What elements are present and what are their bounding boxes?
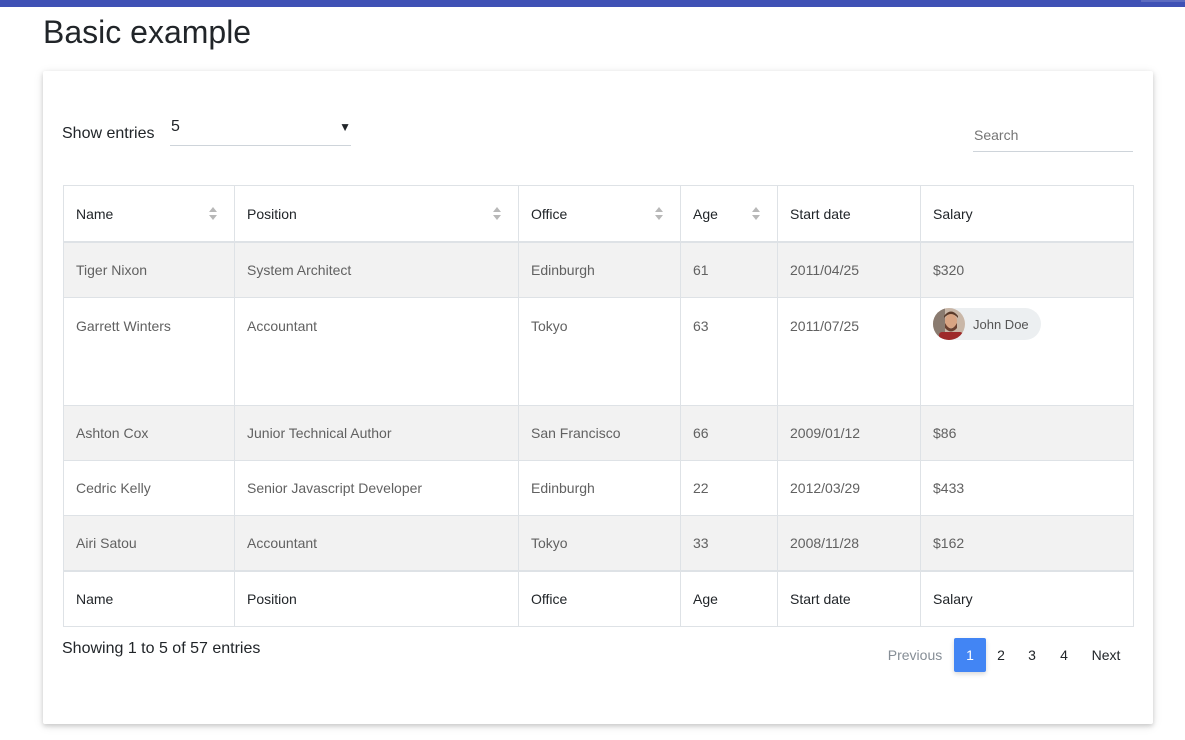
- search-box: [973, 119, 1133, 152]
- sort-icon: [209, 207, 218, 220]
- cell-salary: $162: [920, 515, 1134, 572]
- sort-icon: [493, 207, 502, 220]
- cell-office: Edinburgh: [518, 460, 681, 516]
- table-row: Airi Satou Accountant Tokyo 33 2008/11/2…: [63, 515, 1134, 572]
- cell-age: 33: [680, 515, 778, 572]
- column-header-office[interactable]: Office: [518, 185, 681, 243]
- cell-name: Garrett Winters: [63, 297, 235, 406]
- table-info: Showing 1 to 5 of 57 entries: [62, 640, 261, 657]
- cell-age: 22: [680, 460, 778, 516]
- entries-select[interactable]: 5 ▼: [170, 115, 351, 146]
- cell-name: Cedric Kelly: [63, 460, 235, 516]
- column-header-label: Age: [693, 205, 718, 222]
- cell-age: 61: [680, 241, 778, 298]
- cell-position: Accountant: [234, 515, 519, 572]
- cell-start-date: 2012/03/29: [777, 460, 921, 516]
- page-title: Basic example: [43, 14, 252, 50]
- cell-salary: $433: [920, 460, 1134, 516]
- column-header-label: Salary: [933, 205, 973, 222]
- page-4-button[interactable]: 4: [1048, 638, 1080, 672]
- table-row: Cedric Kelly Senior Javascript Developer…: [63, 460, 1134, 516]
- page-3-button[interactable]: 3: [1016, 638, 1048, 672]
- column-footer-start-date: Start date: [777, 570, 921, 627]
- user-chip[interactable]: John Doe: [933, 308, 1041, 340]
- cell-position: Junior Technical Author: [234, 405, 519, 461]
- cell-name: Airi Satou: [63, 515, 235, 572]
- cell-start-date: 2008/11/28: [777, 515, 921, 572]
- page-1-button[interactable]: 1: [954, 638, 986, 672]
- column-header-label: Office: [531, 205, 568, 222]
- cell-start-date: 2011/07/25: [777, 297, 921, 406]
- cell-office: Tokyo: [518, 515, 681, 572]
- column-footer-position: Position: [234, 570, 519, 627]
- cell-salary: John Doe: [920, 297, 1134, 406]
- sort-icon: [655, 207, 664, 220]
- column-footer-office: Office: [518, 570, 681, 627]
- chip-label: John Doe: [973, 316, 1029, 332]
- entries-select-value: 5: [171, 118, 180, 135]
- cell-age: 63: [680, 297, 778, 406]
- column-footer-age: Age: [680, 570, 778, 627]
- top-navbar: [0, 0, 1185, 7]
- column-header-label: Position: [247, 205, 297, 222]
- column-footer-salary: Salary: [920, 570, 1134, 627]
- column-header-name[interactable]: Name: [63, 185, 235, 243]
- table-row: Garrett Winters Accountant Tokyo 63 2011…: [63, 297, 1134, 406]
- show-entries-label: Show entries: [62, 125, 155, 142]
- column-header-position[interactable]: Position: [234, 185, 519, 243]
- data-table: Name Position Office Age Start date Sala…: [63, 185, 1134, 627]
- datatable-card: Show entries 5 ▼ Name Position Office Ag…: [43, 71, 1153, 724]
- avatar-icon: [933, 308, 965, 340]
- next-page-button[interactable]: Next: [1082, 638, 1130, 672]
- cell-position: Accountant: [234, 297, 519, 406]
- column-header-label: Start date: [790, 205, 851, 222]
- cell-office: San Francisco: [518, 405, 681, 461]
- column-header-start-date[interactable]: Start date: [777, 185, 921, 243]
- cell-position: Senior Javascript Developer: [234, 460, 519, 516]
- cell-start-date: 2011/04/25: [777, 241, 921, 298]
- cell-office: Edinburgh: [518, 241, 681, 298]
- column-footer-name: Name: [63, 570, 235, 627]
- previous-page-button[interactable]: Previous: [877, 638, 953, 672]
- cell-name: Tiger Nixon: [63, 241, 235, 298]
- column-header-label: Name: [76, 205, 114, 222]
- cell-age: 66: [680, 405, 778, 461]
- cell-salary: $320: [920, 241, 1134, 298]
- caret-down-icon: ▼: [339, 120, 351, 134]
- navbar-tab: [1141, 0, 1185, 2]
- footer-row: Name Position Office Age Start date Sala…: [63, 570, 1134, 627]
- header-row: Name Position Office Age Start date Sala…: [63, 185, 1134, 243]
- cell-start-date: 2009/01/12: [777, 405, 921, 461]
- search-input[interactable]: [973, 119, 1133, 152]
- column-header-salary[interactable]: Salary: [920, 185, 1134, 243]
- sort-icon: [752, 207, 761, 220]
- cell-office: Tokyo: [518, 297, 681, 406]
- page-2-button[interactable]: 2: [985, 638, 1017, 672]
- table-row: Tiger Nixon System Architect Edinburgh 6…: [63, 241, 1134, 298]
- table-row: Ashton Cox Junior Technical Author San F…: [63, 405, 1134, 461]
- column-header-age[interactable]: Age: [680, 185, 778, 243]
- cell-name: Ashton Cox: [63, 405, 235, 461]
- cell-position: System Architect: [234, 241, 519, 298]
- cell-salary: $86: [920, 405, 1134, 461]
